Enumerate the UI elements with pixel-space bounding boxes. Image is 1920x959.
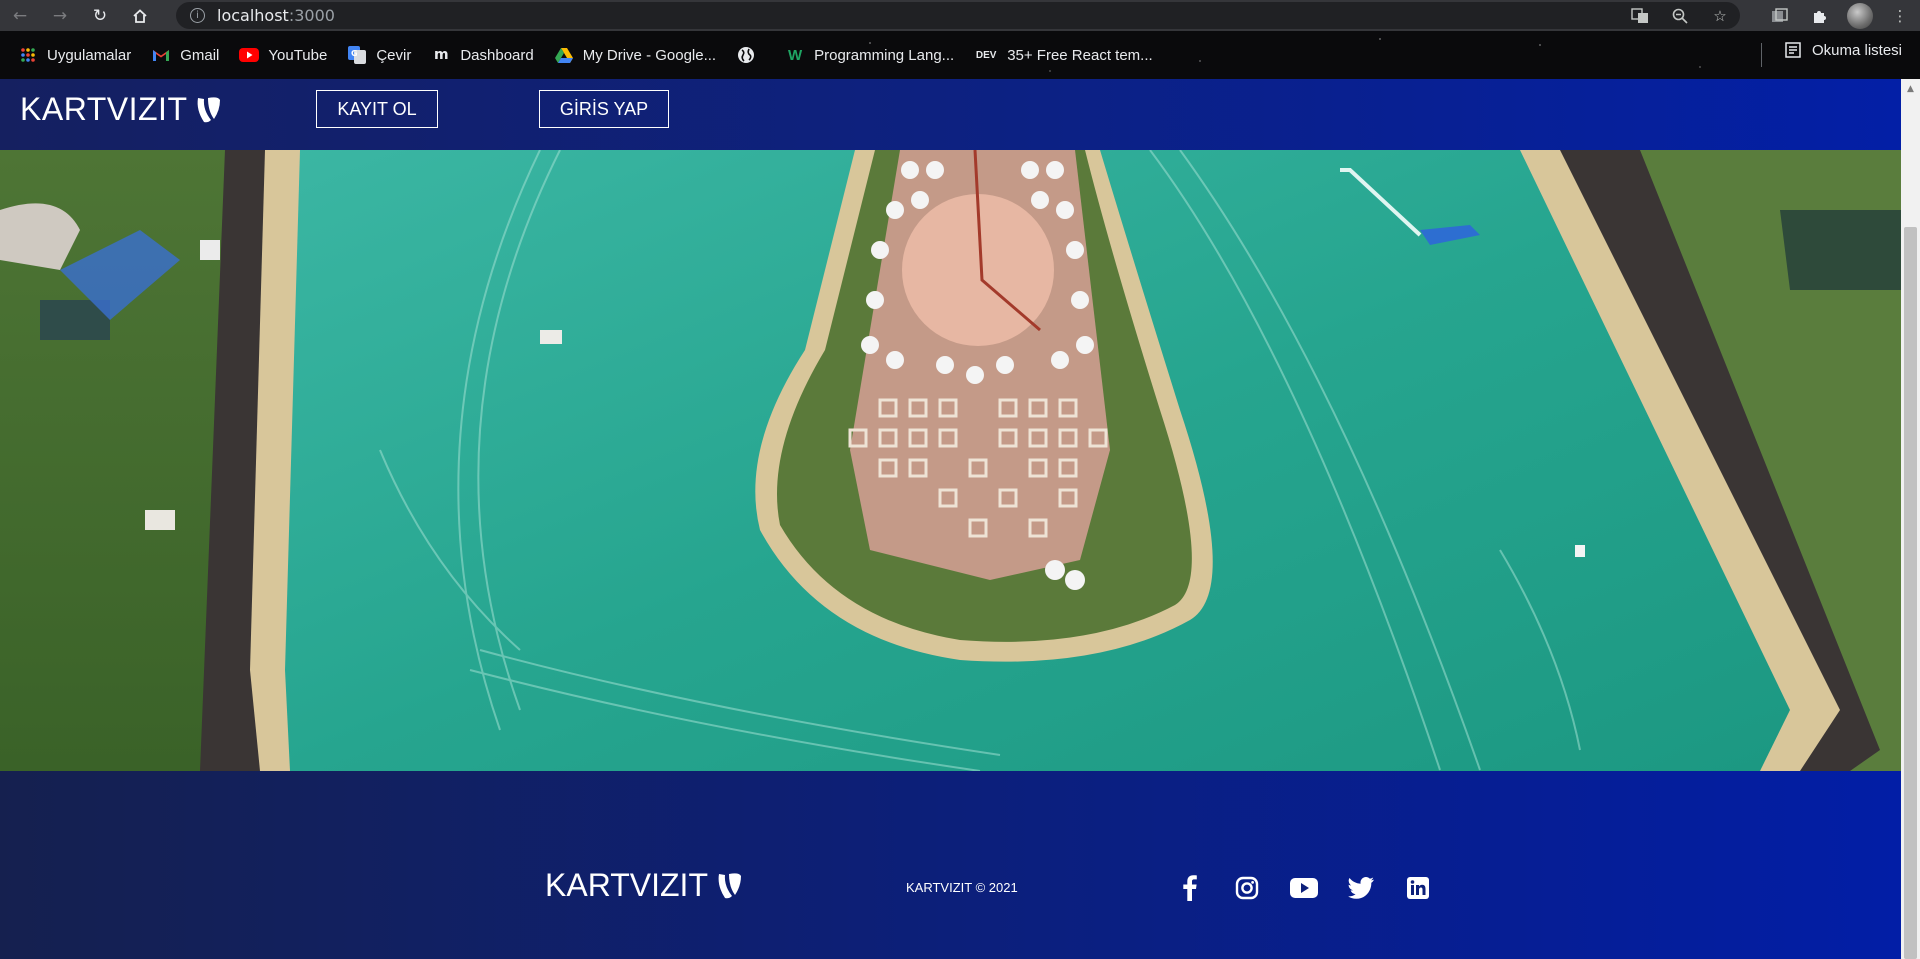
tab-search-icon[interactable] (1760, 0, 1800, 31)
globe-icon (736, 46, 756, 64)
w-logo-icon: W (788, 46, 803, 64)
bookmarks-divider (1761, 43, 1762, 67)
translate-icon: G (347, 46, 367, 64)
google-drive-icon (554, 46, 574, 64)
scrollbar-thumb[interactable] (1904, 227, 1917, 959)
youtube-icon[interactable] (1290, 874, 1318, 902)
dashboard-m-icon: m (434, 47, 449, 63)
gmail-icon (151, 46, 171, 64)
social-links (1176, 874, 1461, 902)
menu-kebab-icon[interactable]: ⋮ (1880, 0, 1920, 31)
page-scrollbar[interactable]: ▲ (1901, 79, 1920, 959)
linkedin-icon[interactable] (1404, 874, 1432, 902)
site-logo[interactable]: KARTVIZIT (20, 91, 221, 128)
back-icon[interactable]: ← (0, 0, 40, 31)
home-icon[interactable] (120, 0, 160, 31)
browser-toolbar: ← → ↻ i localhost:3000 ☆ ⋮ (0, 0, 1920, 31)
site-navbar: KARTVIZIT KAYIT OL GİRİS YAP (0, 79, 1901, 150)
forward-icon[interactable]: → (40, 0, 80, 31)
aerial-lake-photo (0, 150, 1901, 771)
profile-avatar[interactable] (1840, 0, 1880, 31)
footer-logo[interactable]: KARTVIZIT (545, 867, 742, 904)
login-button[interactable]: GİRİS YAP (539, 90, 669, 128)
twitter-icon[interactable] (1347, 874, 1375, 902)
bookmark-react-templates[interactable]: DEV 35+ Free React tem... (974, 41, 1153, 69)
bookmark-label: 35+ Free React tem... (1007, 46, 1153, 64)
bookmark-label: Dashboard (460, 46, 534, 64)
translate-page-icon[interactable] (1620, 2, 1660, 29)
bookmark-label: YouTube (268, 46, 328, 64)
bookmark-youtube[interactable]: YouTube (239, 41, 327, 69)
zoom-icon[interactable] (1660, 2, 1700, 29)
youtube-icon (239, 46, 260, 64)
facebook-icon[interactable] (1176, 874, 1204, 902)
copyright-text: KARTVIZIT © 2021 (906, 880, 1018, 895)
reading-list-label: Okuma listesi (1811, 41, 1902, 59)
typo3-logo-icon (198, 96, 221, 122)
typo3-logo-icon (718, 872, 741, 898)
scroll-up-arrow-icon[interactable]: ▲ (1901, 79, 1920, 98)
footer-logo-text: KARTVIZIT (545, 867, 708, 903)
bookmark-label: Uygulamalar (47, 46, 132, 64)
apps-grid-icon (18, 46, 38, 64)
bookmark-label: Programming Lang... (814, 46, 955, 64)
register-button[interactable]: KAYIT OL (316, 90, 438, 128)
reload-icon[interactable]: ↻ (80, 0, 120, 31)
bookmark-translate[interactable]: G Çevir (347, 41, 411, 69)
dev-icon: DEV (975, 49, 997, 61)
bookmark-gmail[interactable]: Gmail (151, 41, 219, 69)
bookmark-label: Çevir (376, 46, 412, 64)
reading-list-icon (1783, 41, 1803, 59)
bookmarks-bar: Uygulamalar Gmail YouTube G Çevir m Dash… (0, 31, 1920, 79)
instagram-icon[interactable] (1233, 874, 1261, 902)
page-content: KARTVIZIT KAYIT OL GİRİS YAP KARTVIZIT K… (0, 79, 1901, 959)
logo-text: KARTVIZIT (20, 91, 188, 127)
bookmark-my-drive[interactable]: My Drive - Google... (554, 41, 716, 69)
address-bar[interactable]: i localhost:3000 ☆ (176, 2, 1740, 29)
page-viewport: KARTVIZIT KAYIT OL GİRİS YAP KARTVIZIT K… (0, 79, 1920, 959)
bookmark-programming-lang[interactable]: W Programming Lang... (785, 41, 954, 69)
site-info-icon[interactable]: i (190, 8, 205, 23)
hero-image (0, 150, 1901, 771)
reading-list-button[interactable]: Okuma listesi (1783, 41, 1902, 59)
bookmark-dashboard[interactable]: m Dashboard (431, 41, 534, 69)
bookmark-apps[interactable]: Uygulamalar (18, 41, 131, 69)
svg-text:G: G (351, 49, 358, 58)
extensions-puzzle-icon[interactable] (1800, 0, 1840, 31)
bookmark-label: Gmail (180, 46, 220, 64)
bookmark-label: My Drive - Google... (582, 46, 717, 64)
bookmark-star-icon[interactable]: ☆ (1700, 2, 1740, 29)
site-footer: KARTVIZIT KARTVIZIT © 2021 (0, 771, 1901, 959)
bookmark-globe[interactable] (736, 41, 765, 69)
url-text: localhost:3000 (217, 6, 335, 25)
